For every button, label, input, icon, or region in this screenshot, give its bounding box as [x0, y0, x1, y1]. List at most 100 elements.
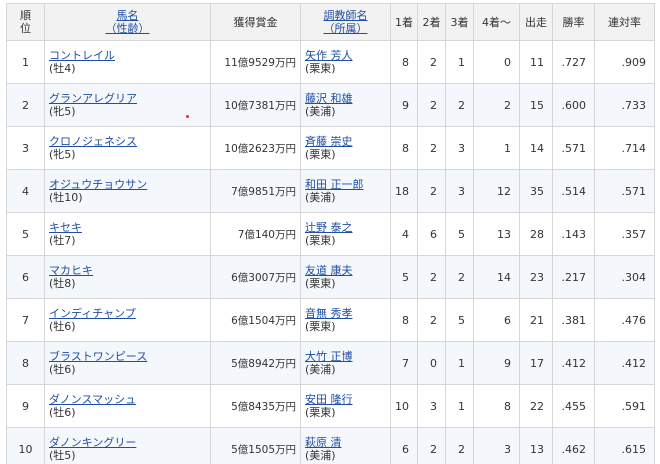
- trainer-name-link[interactable]: 大竹 正博: [305, 350, 353, 363]
- third-count-cell: 1: [445, 384, 474, 428]
- third-count-cell: 1: [445, 40, 474, 84]
- trainer-affiliation: (美浦): [305, 191, 336, 204]
- place-rate-cell: .733: [594, 83, 655, 127]
- trainer-cell: 和田 正一郎 (美浦): [300, 169, 391, 213]
- third-count-cell: 3: [445, 169, 474, 213]
- horse-name-link[interactable]: キセキ: [49, 221, 82, 234]
- horse-cell: グランアレグリア (牝5): [44, 83, 211, 127]
- trainer-name-link[interactable]: 辻野 泰之: [305, 221, 353, 234]
- trainer-name-link[interactable]: 萩原 清: [305, 436, 342, 449]
- third-count-cell: 5: [445, 212, 474, 256]
- horse-sex-age: (牡5): [49, 449, 76, 462]
- fourth-plus-count-cell: 3: [473, 427, 520, 464]
- place-rate-cell: .615: [594, 427, 655, 464]
- horse-name-link[interactable]: クロノジェネシス: [49, 135, 137, 148]
- horse-name-link[interactable]: ダノンキングリー: [49, 436, 136, 449]
- table-row: 6 マカヒキ (牡8) 6億3007万円 友道 康夫 (栗東) 5 2 2 14 23.217.30…: [6, 255, 655, 299]
- horse-name-link[interactable]: マカヒキ: [49, 264, 93, 277]
- trainer-cell: 矢作 芳人 (栗東): [300, 40, 391, 84]
- fourth-plus-count-cell: 14: [473, 255, 520, 299]
- fourth-plus-count-cell: 6: [473, 298, 520, 342]
- horse-sex-age: (牡10): [49, 191, 83, 204]
- trainer-name-link[interactable]: 音無 秀孝: [305, 307, 353, 320]
- second-count-cell: 2: [417, 427, 446, 464]
- starts-cell: 21: [519, 298, 553, 342]
- horse-sex-age: (牡4): [49, 62, 76, 75]
- header-horse-name[interactable]: 馬名 （性齢）: [44, 3, 211, 41]
- second-count-cell: 2: [417, 169, 446, 213]
- rank-cell: 9: [6, 384, 45, 428]
- fourth-plus-count-cell: 12: [473, 169, 520, 213]
- prize-cell: 5億1505万円: [210, 427, 301, 464]
- horse-name-link[interactable]: オジュウチョウサン: [49, 178, 147, 191]
- horse-name-link[interactable]: ブラストワンピース: [49, 350, 147, 363]
- horse-sex-age: (牡6): [49, 406, 76, 419]
- trainer-name-link[interactable]: 斉藤 崇史: [305, 135, 353, 148]
- trainer-cell: 辻野 泰之 (栗東): [300, 212, 391, 256]
- fourth-plus-count-cell: 0: [473, 40, 520, 84]
- place-rate-cell: .591: [594, 384, 655, 428]
- trainer-affiliation: (美浦): [305, 363, 336, 376]
- place-rate-cell: .357: [594, 212, 655, 256]
- place-rate-cell: .714: [594, 126, 655, 170]
- header-prize: 獲得賞金: [210, 3, 301, 41]
- place-rate-cell: .476: [594, 298, 655, 342]
- fourth-plus-count-cell: 8: [473, 384, 520, 428]
- win-rate-cell: .455: [552, 384, 595, 428]
- horse-name-link[interactable]: インディチャンプ: [49, 307, 136, 320]
- third-count-cell: 2: [445, 427, 474, 464]
- win-rate-cell: .217: [552, 255, 595, 299]
- first-count-cell: 6: [390, 427, 418, 464]
- rank-cell: 5: [6, 212, 45, 256]
- starts-cell: 22: [519, 384, 553, 428]
- horse-sex-age: (牡6): [49, 363, 76, 376]
- header-third: 3着: [445, 3, 474, 41]
- horse-sex-age: (牡6): [49, 320, 76, 333]
- third-count-cell: 2: [445, 83, 474, 127]
- prize-cell: 7億9851万円: [210, 169, 301, 213]
- prize-cell: 6億1504万円: [210, 298, 301, 342]
- second-count-cell: 2: [417, 126, 446, 170]
- rank-cell: 4: [6, 169, 45, 213]
- trainer-affiliation: (栗東): [305, 320, 336, 333]
- trainer-name-link[interactable]: 和田 正一郎: [305, 178, 364, 191]
- header-trainer[interactable]: 調教師名 （所属）: [300, 3, 391, 41]
- starts-cell: 28: [519, 212, 553, 256]
- horse-name-link[interactable]: ダノンスマッシュ: [49, 393, 136, 406]
- win-rate-cell: .600: [552, 83, 595, 127]
- horse-name-link[interactable]: グランアレグリア: [49, 92, 137, 105]
- place-rate-cell: .304: [594, 255, 655, 299]
- header-second: 2着: [417, 3, 446, 41]
- win-rate-cell: .727: [552, 40, 595, 84]
- horse-cell: キセキ (牡7): [44, 212, 211, 256]
- horse-cell: ブラストワンピース (牡6): [44, 341, 211, 385]
- starts-cell: 17: [519, 341, 553, 385]
- trainer-cell: 大竹 正博 (美浦): [300, 341, 391, 385]
- horse-name-link[interactable]: コントレイル: [49, 49, 115, 62]
- trainer-name-link[interactable]: 矢作 芳人: [305, 49, 353, 62]
- third-count-cell: 3: [445, 126, 474, 170]
- first-count-cell: 8: [390, 40, 418, 84]
- horse-cell: オジュウチョウサン (牡10): [44, 169, 211, 213]
- win-rate-cell: .462: [552, 427, 595, 464]
- first-count-cell: 5: [390, 255, 418, 299]
- trainer-name-link[interactable]: 安田 隆行: [305, 393, 353, 406]
- second-count-cell: 2: [417, 255, 446, 299]
- table-body: 1 コントレイル (牡4) 11億9529万円 矢作 芳人 (栗東) 8 2 1 0 11.727.…: [6, 40, 655, 464]
- trainer-affiliation: (美浦): [305, 105, 336, 118]
- win-rate-cell: .381: [552, 298, 595, 342]
- trainer-name-link[interactable]: 藤沢 和雄: [305, 92, 353, 105]
- horse-cell: クロノジェネシス (牝5): [44, 126, 211, 170]
- table-header-row: 順位 馬名 （性齢） 獲得賞金 調教師名 （所属） 1着 2着 3着 4着～ 出走 …: [6, 3, 655, 41]
- table-row: 7 インディチャンプ (牡6) 6億1504万円 音無 秀孝 (栗東) 8 2 5 6 21.381…: [6, 298, 655, 342]
- starts-cell: 15: [519, 83, 553, 127]
- table-row: 1 コントレイル (牡4) 11億9529万円 矢作 芳人 (栗東) 8 2 1 0 11.727.…: [6, 40, 655, 84]
- trainer-cell: 萩原 清 (美浦): [300, 427, 391, 464]
- place-rate-cell: .571: [594, 169, 655, 213]
- trainer-cell: 音無 秀孝 (栗東): [300, 298, 391, 342]
- second-count-cell: 2: [417, 40, 446, 84]
- rank-cell: 1: [6, 40, 45, 84]
- header-rank: 順位: [6, 3, 45, 41]
- trainer-name-link[interactable]: 友道 康夫: [305, 264, 353, 277]
- rank-cell: 7: [6, 298, 45, 342]
